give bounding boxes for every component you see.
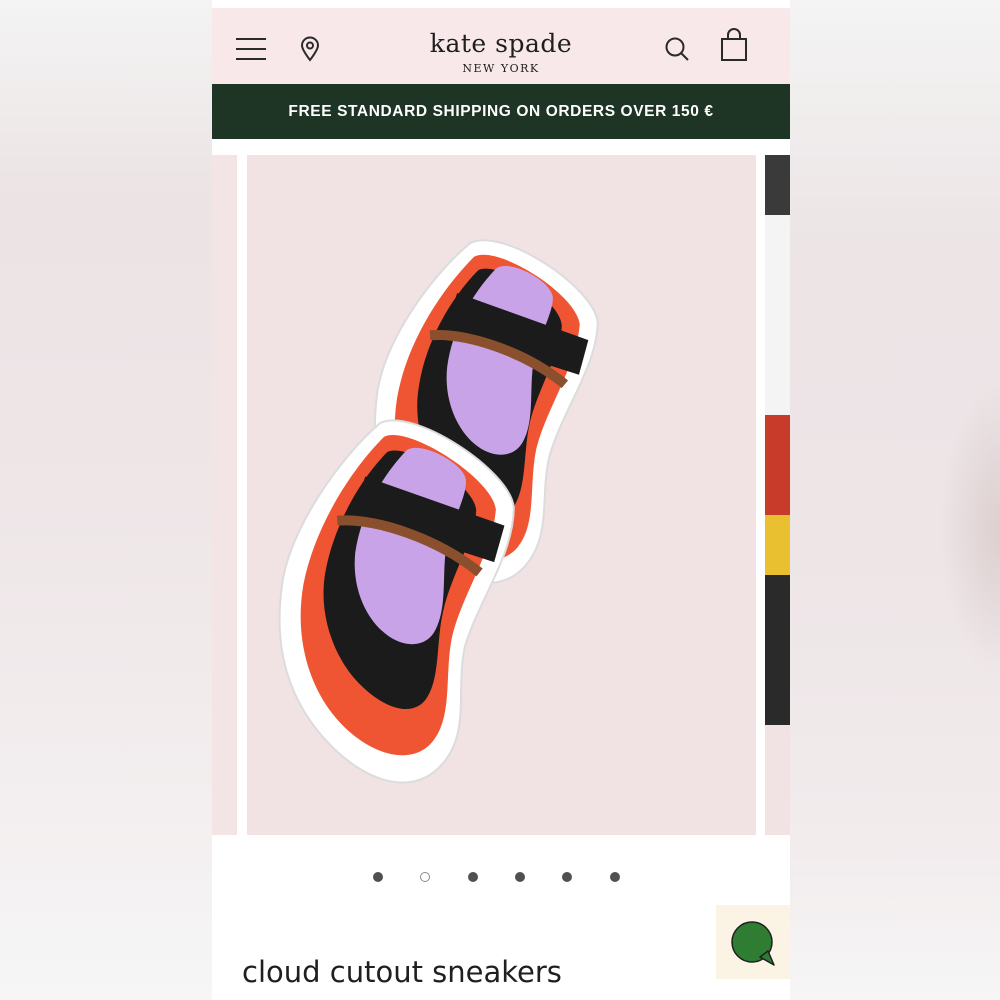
- carousel-dot[interactable]: [373, 872, 383, 882]
- previous-slide[interactable]: [212, 155, 237, 835]
- shopping-bag-icon[interactable]: [720, 28, 748, 62]
- carousel-pagination: [212, 868, 790, 888]
- carousel-dot-active[interactable]: [420, 872, 430, 882]
- menu-icon[interactable]: [236, 38, 266, 60]
- brand-subtitle: NEW YORK: [462, 62, 540, 75]
- site-header: kate spade NEW YORK: [212, 8, 790, 84]
- background-right: [790, 0, 1000, 1000]
- next-slide[interactable]: [765, 155, 790, 835]
- carousel-dot[interactable]: [468, 872, 478, 882]
- brand-name: kate spade: [429, 29, 573, 58]
- background-smudge: [940, 380, 1000, 680]
- brand-logo[interactable]: kate spade NEW YORK: [401, 30, 601, 76]
- location-pin-icon[interactable]: [300, 36, 320, 62]
- carousel-dot[interactable]: [515, 872, 525, 882]
- chat-bubble-icon: [731, 921, 775, 966]
- product-image[interactable]: [247, 155, 756, 835]
- sneakers-illustration: [278, 239, 599, 784]
- next-slide-preview: [765, 155, 790, 835]
- carousel-dot[interactable]: [610, 872, 620, 882]
- background-left: [0, 0, 212, 1000]
- carousel-dot[interactable]: [562, 872, 572, 882]
- shipping-promo-banner[interactable]: FREE STANDARD SHIPPING ON ORDERS OVER 15…: [212, 84, 790, 139]
- product-image-carousel[interactable]: [212, 155, 790, 835]
- search-icon[interactable]: [664, 36, 690, 62]
- mobile-page: kate spade NEW YORK FREE STANDARD SHIPPI…: [212, 0, 790, 1000]
- chat-button[interactable]: [716, 905, 790, 979]
- product-title: cloud cutout sneakers: [242, 955, 562, 989]
